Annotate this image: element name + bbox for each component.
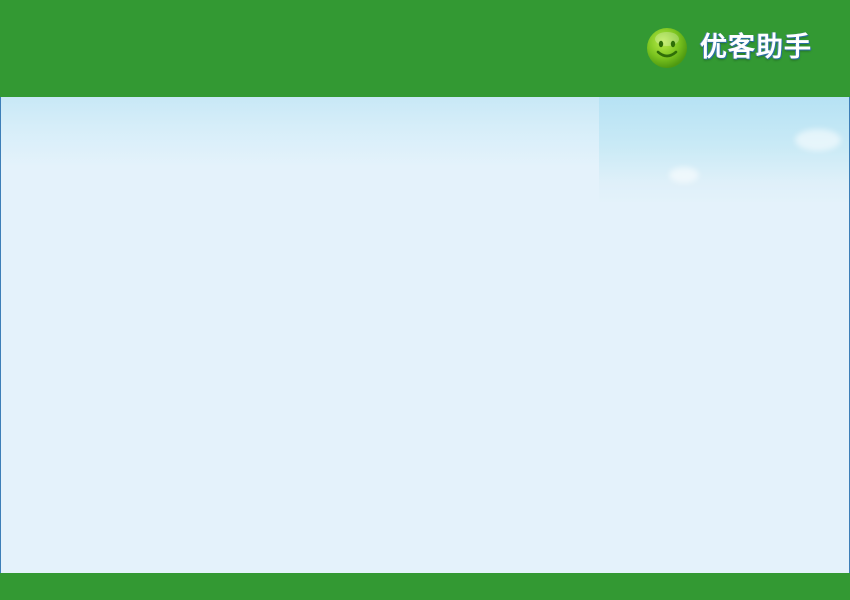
smiley-face-icon	[647, 28, 687, 68]
sky-decoration	[599, 97, 849, 205]
app-logo: 优客助手	[646, 25, 812, 71]
app-window: 优客助手	[0, 0, 850, 600]
cloud-decoration	[669, 167, 699, 183]
header-bar: 优客助手	[0, 0, 850, 97]
app-name: 优客助手	[700, 32, 812, 63]
main-content-area	[0, 97, 850, 573]
footer-bar	[0, 573, 850, 600]
cloud-decoration	[795, 129, 841, 151]
